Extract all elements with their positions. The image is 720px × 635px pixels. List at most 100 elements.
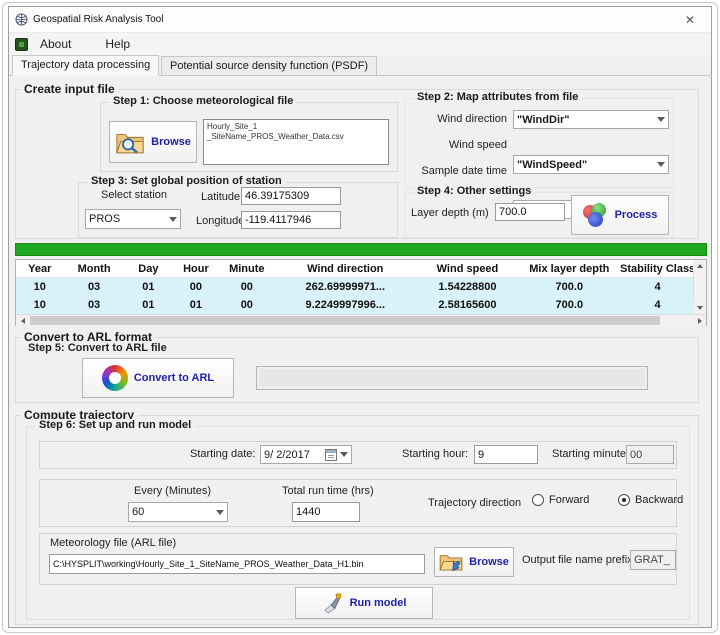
table-header-cell[interactable]: Stability Class — [620, 260, 695, 277]
output-prefix-label: Output file name prefix — [522, 554, 633, 566]
step1-legend: Step 1: Choose meteorological file — [109, 95, 297, 107]
wind-speed-label: Wind speed — [405, 139, 507, 151]
latitude-label: Latitude — [201, 191, 240, 203]
table-header-cell[interactable]: Mix layer depth — [518, 260, 620, 277]
table-header-cell[interactable]: Hour — [172, 260, 220, 277]
color-wheel-icon — [102, 365, 128, 391]
convert-arl-label: Convert to ARL — [134, 372, 214, 384]
run-settings-row: Every (Minutes) 60 Total run time (hrs) … — [39, 479, 677, 527]
table-header-row: YearMonthDayHourMinuteWind directionWind… — [16, 260, 695, 278]
step6-group: Step 6: Set up and run model Starting da… — [26, 426, 690, 620]
horizontal-scroll-thumb[interactable] — [30, 316, 660, 325]
window-title: Geospatial Risk Analysis Tool — [33, 14, 163, 25]
wind-direction-value: "WindDir" — [517, 114, 654, 126]
table-header-cell[interactable]: Year — [16, 260, 64, 277]
browse-met-file-button[interactable]: Browse — [109, 121, 197, 163]
forward-radio[interactable]: Forward — [532, 494, 589, 506]
met-file-name-box[interactable]: Hourly_Site_1 _SiteName_PROS_Weather_Dat… — [203, 119, 389, 165]
table-row[interactable]: 1003010000262.69999971...1.54228800700.0… — [16, 278, 695, 296]
tab-psdf[interactable]: Potential source density function (PSDF) — [161, 56, 377, 76]
arl-met-file-label: Meteorology file (ARL file) — [50, 537, 176, 549]
process-label: Process — [615, 209, 658, 221]
every-minutes-select[interactable]: 60 — [128, 502, 228, 522]
layer-depth-label: Layer depth (m) — [411, 207, 489, 219]
table-cell: 01 — [125, 296, 173, 314]
step4-legend: Step 4: Other settings — [413, 185, 535, 197]
starting-date-picker[interactable]: 9/ 2/2017 — [260, 445, 352, 464]
table-cell: 00 — [220, 278, 274, 296]
starting-minute-input[interactable] — [626, 445, 674, 464]
select-station-label: Select station — [101, 189, 167, 201]
wind-speed-select[interactable]: "WindSpeed" — [513, 155, 669, 174]
station-select[interactable]: PROS — [85, 209, 181, 229]
scroll-down-icon[interactable] — [693, 302, 706, 314]
total-run-time-input[interactable] — [292, 502, 360, 522]
wind-direction-select[interactable]: "WindDir" — [513, 110, 669, 129]
step6-legend: Step 6: Set up and run model — [35, 419, 195, 431]
run-model-button[interactable]: Run model — [295, 587, 433, 619]
table-header-cell[interactable]: Day — [125, 260, 173, 277]
step2-group: Step 2: Map attributes from file Wind di… — [404, 98, 674, 188]
scroll-right-icon[interactable] — [693, 315, 706, 327]
table-cell: 10 — [16, 278, 64, 296]
menu-about[interactable]: About — [32, 35, 79, 53]
starting-minute-label: Starting minute: — [552, 448, 629, 460]
backward-radio[interactable]: Backward — [618, 494, 683, 506]
latitude-input[interactable] — [241, 187, 341, 205]
table-cell: 1.54228800 — [417, 278, 519, 296]
convert-arl-group: Convert to ARL format Step 5: Convert to… — [15, 337, 699, 403]
process-button[interactable]: Process — [571, 195, 669, 235]
longitude-label: Longitude — [196, 215, 244, 227]
table-cell: 03 — [64, 296, 125, 314]
weather-table-body: 1003010000262.69999971...1.54228800700.0… — [16, 278, 706, 314]
starting-hour-label: Starting hour: — [402, 448, 468, 460]
rocket-icon — [322, 592, 344, 614]
table-cell: 01 — [172, 296, 220, 314]
forward-label: Forward — [549, 494, 589, 506]
table-header-cell[interactable]: Minute — [220, 260, 274, 277]
starting-hour-input[interactable] — [474, 445, 538, 464]
table-row[interactable]: 10030101009.2249997996...2.58165600700.0… — [16, 296, 695, 314]
arl-progress-bar — [256, 366, 648, 390]
met-file-name-line2: _SiteName_PROS_Weather_Data.csv — [207, 132, 385, 142]
every-minutes-label: Every (Minutes) — [134, 485, 211, 497]
sample-datetime-label: Sample date time — [405, 165, 507, 177]
table-header-cell[interactable]: Wind direction — [274, 260, 417, 277]
table-vertical-scrollbar[interactable] — [693, 260, 706, 314]
convert-arl-button[interactable]: Convert to ARL — [82, 358, 234, 398]
layer-depth-input[interactable] — [495, 203, 565, 221]
radio-checked-icon — [618, 494, 630, 506]
table-header-cell[interactable]: Month — [64, 260, 125, 277]
browse-arl-file-label: Browse — [469, 556, 509, 568]
about-menu-icon — [15, 38, 28, 51]
start-time-row: Starting date: 9/ 2/2017 Starting hour: … — [39, 441, 677, 469]
folder-search-icon — [115, 130, 145, 155]
table-horizontal-scrollbar[interactable] — [16, 314, 706, 326]
output-prefix-input[interactable] — [630, 550, 676, 570]
menu-bar: About Help — [9, 33, 711, 55]
table-cell: 10 — [16, 296, 64, 314]
close-icon[interactable]: ✕ — [675, 8, 705, 32]
chevron-down-icon — [657, 162, 665, 167]
table-header-cell[interactable]: Wind speed — [417, 260, 519, 277]
app-window: Geospatial Risk Analysis Tool ✕ About He… — [8, 6, 712, 628]
app-icon — [15, 13, 28, 26]
browse-arl-file-button[interactable]: Browse — [434, 547, 514, 577]
table-cell: 2.58165600 — [417, 296, 519, 314]
met-file-name-line1: Hourly_Site_1 — [207, 122, 385, 132]
folder-arrow-icon — [439, 553, 463, 571]
process-icon — [583, 203, 609, 227]
scroll-up-icon[interactable] — [693, 260, 706, 272]
table-cell: 4 — [620, 296, 695, 314]
tab-trajectory-data-processing[interactable]: Trajectory data processing — [12, 55, 159, 76]
scroll-left-icon[interactable] — [16, 315, 29, 327]
wind-speed-value: "WindSpeed" — [517, 159, 654, 171]
menu-help[interactable]: Help — [97, 35, 138, 53]
step3-legend: Step 3: Set global position of station — [87, 175, 286, 187]
arl-met-file-input[interactable] — [49, 554, 425, 574]
radio-unchecked-icon — [532, 494, 544, 506]
longitude-input[interactable] — [241, 211, 341, 229]
trajectory-direction-label: Trajectory direction — [428, 497, 521, 509]
starting-date-value: 9/ 2/2017 — [264, 449, 325, 461]
table-cell: 00 — [220, 296, 274, 314]
